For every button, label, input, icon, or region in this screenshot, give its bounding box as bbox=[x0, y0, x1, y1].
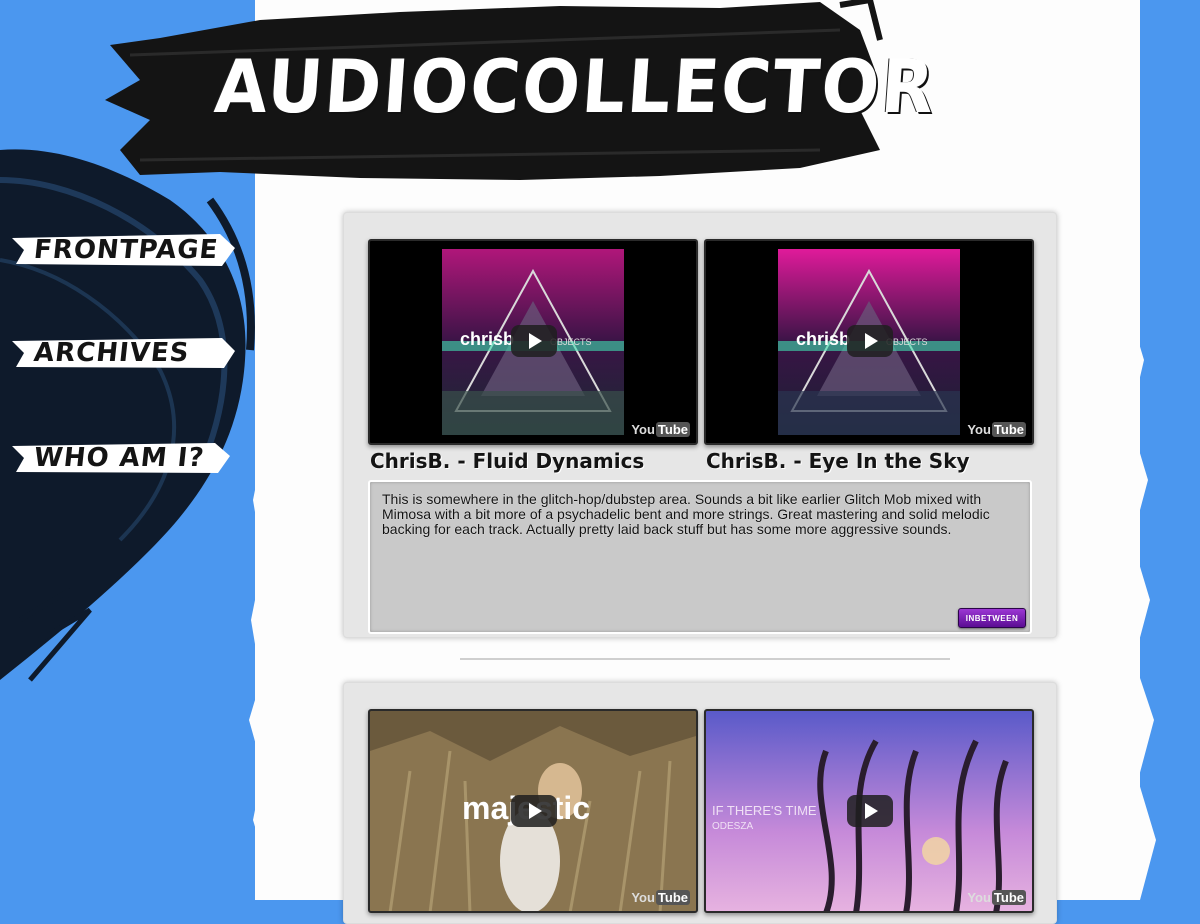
play-button[interactable] bbox=[511, 795, 557, 827]
play-icon bbox=[529, 333, 542, 349]
nav-item-frontpage[interactable]: FRONTPAGE bbox=[10, 230, 235, 270]
brush-blob-decoration bbox=[0, 149, 255, 682]
play-button[interactable] bbox=[847, 795, 893, 827]
play-icon bbox=[865, 333, 878, 349]
video-embed[interactable]: majestic YouTube bbox=[368, 709, 698, 913]
play-icon bbox=[865, 803, 878, 819]
nav-label-who-am-i: WHO AM I? bbox=[32, 443, 206, 473]
play-button[interactable] bbox=[511, 325, 557, 357]
album-art-text: chrisb bbox=[460, 329, 514, 349]
nav-item-who-am-i[interactable]: WHO AM I? bbox=[10, 438, 235, 478]
track-title: ChrisB. - Eye In the Sky bbox=[706, 449, 970, 473]
post-card: majestic YouTube IF THERE'S TIME ODESZA … bbox=[343, 682, 1057, 924]
paper-brush-edge-right bbox=[1100, 0, 1156, 900]
youtube-logo[interactable]: You Tube bbox=[631, 422, 690, 437]
site-title[interactable]: AUDIOCOLLECTOR bbox=[212, 45, 939, 130]
youtube-logo[interactable]: You Tube bbox=[631, 890, 690, 905]
play-icon bbox=[529, 803, 542, 819]
youtube-logo[interactable]: You Tube bbox=[967, 890, 1026, 905]
section-divider bbox=[460, 658, 950, 660]
track-title: ChrisB. - Fluid Dynamics bbox=[370, 449, 645, 473]
video-thumbnail-subtext: ODESZA bbox=[712, 821, 753, 832]
video-embed[interactable]: chrisb OBJECTS You Tube bbox=[368, 239, 698, 445]
post-card: chrisb OBJECTS You Tube chrisb OBJECTS Yo… bbox=[343, 212, 1057, 638]
video-embed[interactable]: chrisb OBJECTS You Tube bbox=[704, 239, 1034, 445]
youtube-logo[interactable]: You Tube bbox=[967, 422, 1026, 437]
video-thumbnail-text: IF THERE'S TIME bbox=[712, 803, 817, 818]
nav-item-archives[interactable]: ARCHIVES bbox=[10, 333, 235, 373]
album-art-text: chrisb bbox=[796, 329, 850, 349]
description-box: This is somewhere in the glitch-hop/dubs… bbox=[368, 480, 1032, 634]
video-embed[interactable]: IF THERE'S TIME ODESZA You Tube bbox=[704, 709, 1034, 913]
play-button[interactable] bbox=[847, 325, 893, 357]
nav-label-archives: ARCHIVES bbox=[32, 338, 191, 368]
post-description: This is somewhere in the glitch-hop/dubs… bbox=[382, 491, 990, 537]
tag-badge[interactable]: INBETWEEN bbox=[958, 608, 1026, 628]
nav-label-frontpage: FRONTPAGE bbox=[32, 235, 220, 265]
